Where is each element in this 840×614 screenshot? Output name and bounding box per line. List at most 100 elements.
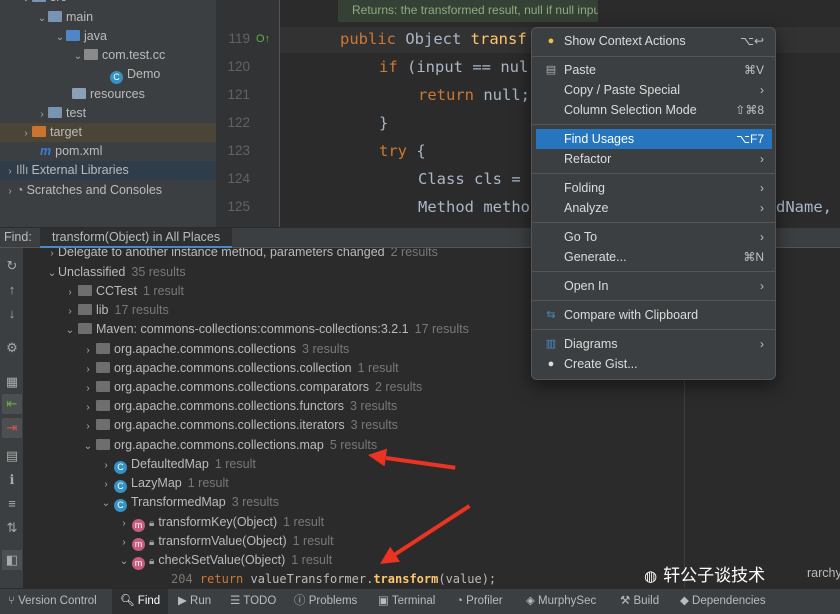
result-row[interactable]: ⌄ m 🔒︎ checkSetValue(Object) 1 result bbox=[118, 551, 332, 570]
menu-item-paste[interactable]: ▤ Paste ⌘V bbox=[536, 60, 772, 80]
package-icon bbox=[96, 343, 110, 354]
menu-item-folding[interactable]: Folding › bbox=[536, 178, 772, 198]
result-row[interactable]: › org.apache.commons.collections.iterator… bbox=[82, 416, 398, 435]
preview-icon[interactable]: ◧ bbox=[2, 550, 22, 570]
chevron-down-icon[interactable]: ⌄ bbox=[36, 9, 48, 28]
hammer-icon: ⚒ bbox=[620, 595, 634, 607]
chevron-down-icon[interactable]: ⌄ bbox=[64, 321, 76, 340]
result-row[interactable]: › org.apache.commons.collections.comparat… bbox=[82, 378, 422, 397]
menu-item-compare-with-clipboard[interactable]: ⇆ Compare with Clipboard bbox=[536, 305, 772, 325]
chevron-right-icon[interactable]: › bbox=[36, 105, 48, 124]
chevron-down-icon[interactable]: ⌄ bbox=[54, 28, 66, 47]
tree-item-main[interactable]: ⌄ main bbox=[36, 8, 93, 27]
menu-item-generate[interactable]: Generate... ⌘N bbox=[536, 247, 772, 267]
tree-item-java[interactable]: ⌄ java bbox=[54, 27, 107, 46]
rerun-icon[interactable]: ↻ bbox=[2, 256, 22, 276]
tab-run[interactable]: ▶ Run bbox=[178, 589, 211, 614]
override-marker-icon[interactable]: O↑ bbox=[256, 33, 270, 45]
menu-item-go-to[interactable]: Go To › bbox=[536, 227, 772, 247]
result-row[interactable]: › C DefaultedMap 1 result bbox=[100, 455, 256, 474]
chevron-right-icon[interactable]: › bbox=[118, 514, 130, 533]
menu-item-analyze[interactable]: Analyze › bbox=[536, 198, 772, 218]
info-icon[interactable]: ℹ bbox=[2, 470, 22, 490]
menu-item-find-usages[interactable]: Find Usages ⌥F7 bbox=[536, 129, 772, 149]
tree-item-pom[interactable]: m pom.xml bbox=[40, 142, 102, 161]
code-overflow-text: dName, bbox=[776, 198, 832, 216]
tree-item-src[interactable]: ⌄src bbox=[20, 0, 67, 7]
arrow-down-icon[interactable]: ↓ bbox=[2, 304, 22, 324]
menu-item-create-gist[interactable]: ● Create Gist... bbox=[536, 354, 772, 374]
menu-item-diagrams[interactable]: ▥ Diagrams › bbox=[536, 334, 772, 354]
menu-item-copy-paste-special[interactable]: Copy / Paste Special › bbox=[536, 80, 772, 100]
tree-item-external-libraries[interactable]: › Illı External Libraries bbox=[0, 161, 216, 180]
tab-find[interactable]: 🔍︎ Find bbox=[112, 589, 169, 614]
tab-dependencies[interactable]: ◆ Dependencies bbox=[680, 589, 766, 614]
arrow-up-icon[interactable]: ↑ bbox=[2, 280, 22, 300]
result-row[interactable]: ⌄ org.apache.commons.collections.map 5 res… bbox=[82, 436, 377, 455]
gear-icon[interactable]: ⚙ bbox=[2, 338, 22, 358]
dependencies-icon: ◆ bbox=[680, 595, 693, 607]
tab-murphysec[interactable]: ◈ MurphySec bbox=[526, 589, 596, 614]
chevron-down-icon[interactable]: ⌄ bbox=[82, 437, 94, 456]
menu-item-column-selection-mode[interactable]: Column Selection Mode ⇧⌘8 bbox=[536, 100, 772, 120]
result-row[interactable]: › org.apache.commons.collections.functors… bbox=[82, 397, 397, 416]
chevron-down-icon[interactable]: ⌄ bbox=[46, 264, 58, 283]
chevron-right-icon[interactable]: › bbox=[82, 398, 94, 417]
result-row[interactable]: ⌄ Maven: commons-collections:commons-coll… bbox=[64, 320, 469, 339]
terminal-icon: ▣ bbox=[378, 595, 392, 607]
chevron-down-icon[interactable]: ⌄ bbox=[20, 0, 32, 8]
tab-problems[interactable]: ⓘ Problems bbox=[294, 589, 357, 614]
result-row[interactable]: › org.apache.commons.collections.collecti… bbox=[82, 359, 398, 379]
chevron-right-icon[interactable]: › bbox=[82, 341, 94, 360]
find-tab[interactable]: transform(Object) in All Places bbox=[40, 228, 233, 248]
tree-item-scratches[interactable]: › ◔ Scratches and Consoles bbox=[4, 181, 162, 200]
chevron-right-icon[interactable]: › bbox=[100, 456, 112, 475]
result-row[interactable]: › m 🔒︎ transformValue(Object) 1 result bbox=[118, 532, 334, 551]
import-icon[interactable]: ⇤ bbox=[2, 394, 22, 414]
chevron-right-icon[interactable]: › bbox=[64, 302, 76, 321]
chevron-right-icon[interactable]: › bbox=[4, 182, 16, 201]
chevron-right-icon[interactable]: › bbox=[4, 162, 16, 181]
result-row[interactable]: › lib 17 results bbox=[64, 301, 168, 321]
tab-build[interactable]: ⚒ Build bbox=[620, 589, 659, 614]
result-row[interactable]: › m 🔒︎ transformKey(Object) 1 result bbox=[118, 513, 324, 532]
tree-item-package[interactable]: ⌄ com.test.cc bbox=[72, 46, 165, 65]
sort-icon[interactable]: ⇅ bbox=[2, 518, 22, 538]
group-icon[interactable]: ▦ bbox=[2, 372, 22, 392]
merge-icon[interactable]: ≡ bbox=[2, 494, 22, 514]
chevron-right-icon[interactable]: › bbox=[82, 417, 94, 436]
chevron-right-icon[interactable]: › bbox=[46, 248, 58, 263]
result-row[interactable]: › org.apache.commons.collections 3 results bbox=[82, 340, 349, 359]
result-row[interactable]: › CCTest 1 result bbox=[64, 282, 184, 301]
result-row[interactable]: › C LazyMap 1 result bbox=[100, 474, 229, 493]
chevron-down-icon[interactable]: ⌄ bbox=[118, 552, 130, 571]
tab-version-control[interactable]: ⑂ Version Control bbox=[8, 589, 97, 614]
package-icon bbox=[84, 49, 98, 60]
chevron-right-icon[interactable]: › bbox=[20, 124, 32, 143]
result-group-partial[interactable]: › Delegate to another instance method, pa… bbox=[46, 248, 438, 262]
chevron-down-icon[interactable]: ⌄ bbox=[72, 47, 84, 66]
profiler-icon: ◔ bbox=[456, 595, 467, 607]
chevron-right-icon[interactable]: › bbox=[100, 475, 112, 494]
result-group-unclassified[interactable]: ⌄ Unclassified 35 results bbox=[46, 263, 186, 282]
module-icon[interactable]: ▤ bbox=[2, 446, 22, 466]
menu-item-show-context-actions[interactable]: ● Show Context Actions ⌥↩ bbox=[536, 31, 772, 51]
tab-terminal[interactable]: ▣ Terminal bbox=[378, 589, 435, 614]
menu-item-open-in[interactable]: Open In › bbox=[536, 276, 772, 296]
export-icon[interactable]: ⇥ bbox=[2, 418, 22, 438]
result-row[interactable]: ⌄ C TransformedMap 3 results bbox=[100, 493, 279, 512]
tree-item-target[interactable]: › target bbox=[0, 123, 216, 142]
tree-item-resources[interactable]: resources bbox=[72, 85, 145, 104]
tree-item-test[interactable]: › test bbox=[36, 104, 86, 123]
tree-item-demo[interactable]: C Demo bbox=[108, 65, 160, 84]
menu-item-refactor[interactable]: Refactor › bbox=[536, 149, 772, 169]
chevron-down-icon[interactable]: ⌄ bbox=[100, 494, 112, 513]
chevron-right-icon[interactable]: › bbox=[118, 533, 130, 552]
chevron-right-icon[interactable]: › bbox=[82, 379, 94, 398]
chevron-right-icon[interactable]: › bbox=[82, 360, 94, 379]
tab-todo[interactable]: ☰ TODO bbox=[230, 589, 276, 614]
tab-profiler[interactable]: ◔ Profiler bbox=[456, 589, 503, 614]
chevron-right-icon[interactable]: › bbox=[64, 283, 76, 302]
scratches-icon: ◔ bbox=[16, 183, 24, 197]
result-code-line[interactable]: 204 return valueTransformer.transform(va… bbox=[171, 570, 496, 588]
